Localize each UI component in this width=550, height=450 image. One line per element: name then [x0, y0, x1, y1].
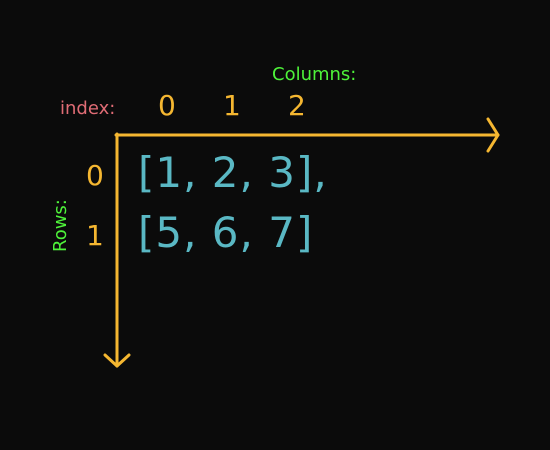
column-index-0: 0 [158, 89, 176, 122]
index-label: index: [60, 98, 116, 119]
row-index-1: 1 [86, 219, 104, 252]
diagram-canvas: index: Columns: Rows: 0 1 2 0 1 [1, 2, 3… [0, 0, 550, 450]
column-index-2: 2 [288, 89, 306, 122]
rows-label: Rows: [50, 199, 71, 252]
row-index-0: 0 [86, 159, 104, 192]
columns-label: Columns: [272, 64, 357, 85]
array-row-1: [5, 6, 7] [138, 208, 314, 257]
array-row-0: [1, 2, 3], [138, 148, 328, 197]
column-index-1: 1 [223, 89, 241, 122]
